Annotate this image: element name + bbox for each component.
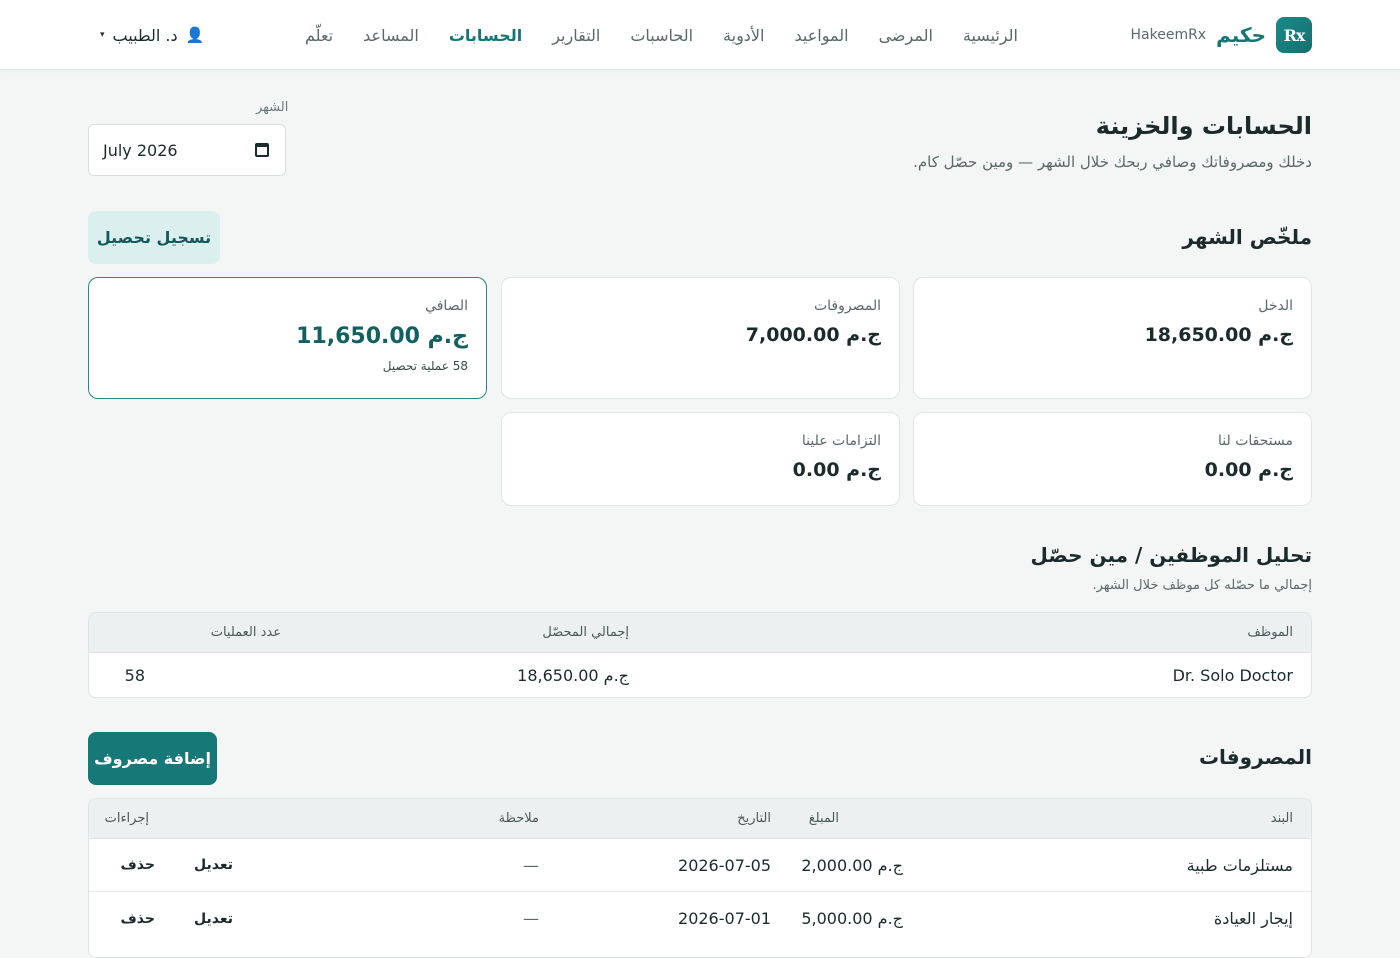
expense-note: —	[523, 909, 539, 928]
payables-card: التزامات علينا ج.م 0.00	[501, 412, 900, 506]
income-value: ج.م 18,650.00	[1144, 324, 1293, 346]
payables-value: ج.م 0.00	[792, 459, 881, 481]
month-label: الشهر	[256, 100, 289, 115]
brand-name-en: HakeemRx	[1130, 27, 1207, 43]
delete-expense-button[interactable]: حذف	[121, 839, 155, 891]
nav-item-appointments[interactable]: المواعيد	[795, 26, 849, 45]
receivables-label: مستحقات لنا	[1218, 433, 1293, 449]
brand[interactable]: Rx حكيم HakeemRx	[1130, 17, 1312, 53]
income-label: الدخل	[1258, 298, 1293, 314]
main-nav: الرئيسية المرضى المواعيد الأدوية الحاسبا…	[305, 0, 1018, 70]
staff-analysis-title: تحليل الموظفين / مين حصّل	[1030, 543, 1312, 567]
page-title: الحسابات والخزينة	[1095, 112, 1312, 140]
brand-name-ar: حكيم	[1216, 23, 1266, 47]
table-row: مستلزمات طبية ج.م 2,000.00 2026-07-05 — …	[89, 839, 1311, 892]
col-item: البند	[1270, 811, 1293, 826]
expense-item: إيجار العيادة	[1213, 909, 1293, 928]
net-value: ج.م 11,650.00	[296, 324, 468, 349]
col-note: ملاحظة	[498, 811, 539, 826]
nav-item-learn[interactable]: تعلّم	[305, 26, 333, 45]
nav-item-patients[interactable]: المرضى	[879, 26, 933, 45]
net-card: الصافي ج.م 11,650.00 58 عملية تحصيل	[88, 277, 487, 399]
col-count: عدد العمليات	[210, 625, 281, 640]
receivables-card: مستحقات لنا ج.م 0.00	[913, 412, 1312, 506]
chevron-down-icon: ▾	[100, 30, 105, 40]
expenses-label: المصروفات	[813, 298, 881, 314]
expenses-title: المصروفات	[1198, 745, 1312, 769]
staff-employee: Dr. Solo Doctor	[1172, 665, 1293, 685]
expenses-card: المصروفات ج.م 7,000.00	[501, 277, 900, 399]
expenses-table: البند المبلغ التاريخ ملاحظة إجراءات مستل…	[88, 798, 1312, 958]
top-navbar: Rx حكيم HakeemRx الرئيسية المرضى المواعي…	[0, 0, 1400, 70]
month-picker[interactable]: July 2026	[88, 124, 286, 176]
expense-note: —	[523, 855, 539, 875]
edit-expense-button[interactable]: تعديل	[194, 839, 233, 891]
income-card: الدخل ج.م 18,650.00	[913, 277, 1312, 399]
record-collection-button[interactable]: تسجيل تحصيل	[88, 211, 220, 264]
nav-item-home[interactable]: الرئيسية	[963, 26, 1018, 45]
user-menu[interactable]: 👤 د. الطبيب ▾	[100, 22, 204, 48]
col-date: التاريخ	[737, 811, 771, 826]
expense-item: مستلزمات طبية	[1186, 855, 1293, 875]
nav-item-calculators[interactable]: الحاسبات	[630, 26, 693, 45]
nav-item-accounts[interactable]: الحسابات	[449, 26, 522, 45]
month-value: July 2026	[103, 140, 178, 160]
staff-total: ج.م 18,650.00	[517, 665, 629, 685]
expenses-value: ج.م 7,000.00	[745, 324, 881, 346]
nav-item-medicines[interactable]: الأدوية	[723, 26, 764, 45]
net-note: 58 عملية تحصيل	[382, 359, 468, 373]
page-subtitle: دخلك ومصروفاتك وصافي ربحك خلال الشهر — و…	[913, 153, 1312, 171]
col-employee: الموظف	[1247, 625, 1293, 640]
col-amount: المبلغ	[808, 811, 839, 826]
expenses-table-header: البند المبلغ التاريخ ملاحظة إجراءات	[89, 799, 1311, 839]
col-total: إجمالي المحصّل	[542, 625, 629, 640]
expense-date: 2026-07-01	[678, 909, 771, 928]
table-row: إيجار العيادة ج.م 5,000.00 2026-07-01 — …	[89, 892, 1311, 945]
nav-item-assistant[interactable]: المساعد	[363, 26, 419, 45]
staff-count: 58	[124, 665, 145, 685]
staff-table-header: الموظف إجمالي المحصّل عدد العمليات	[89, 613, 1311, 653]
edit-expense-button[interactable]: تعديل	[194, 892, 233, 945]
summary-title: ملخّص الشهر	[1182, 225, 1312, 249]
expense-date: 2026-07-05	[678, 855, 771, 875]
user-icon: 👤	[185, 26, 205, 44]
receivables-value: ج.م 0.00	[1204, 459, 1293, 481]
add-expense-button[interactable]: إضافة مصروف	[88, 732, 217, 785]
col-actions: إجراءات	[104, 811, 149, 826]
delete-expense-button[interactable]: حذف	[121, 892, 155, 945]
staff-analysis-desc: إجمالي ما حصّله كل موظف خلال الشهر.	[1092, 578, 1312, 593]
staff-table: الموظف إجمالي المحصّل عدد العمليات Dr. S…	[88, 612, 1312, 698]
rx-logo-icon: Rx	[1276, 17, 1312, 53]
expense-amount: ج.م 5,000.00	[801, 909, 903, 928]
expense-amount: ج.م 2,000.00	[801, 855, 903, 875]
user-name: د. الطبيب	[112, 25, 178, 45]
net-label: الصافي	[425, 298, 468, 314]
calendar-icon[interactable]	[255, 143, 269, 157]
table-row: Dr. Solo Doctor ج.م 18,650.00 58	[89, 653, 1311, 697]
nav-item-reports[interactable]: التقارير	[552, 26, 600, 45]
payables-label: التزامات علينا	[801, 433, 881, 449]
